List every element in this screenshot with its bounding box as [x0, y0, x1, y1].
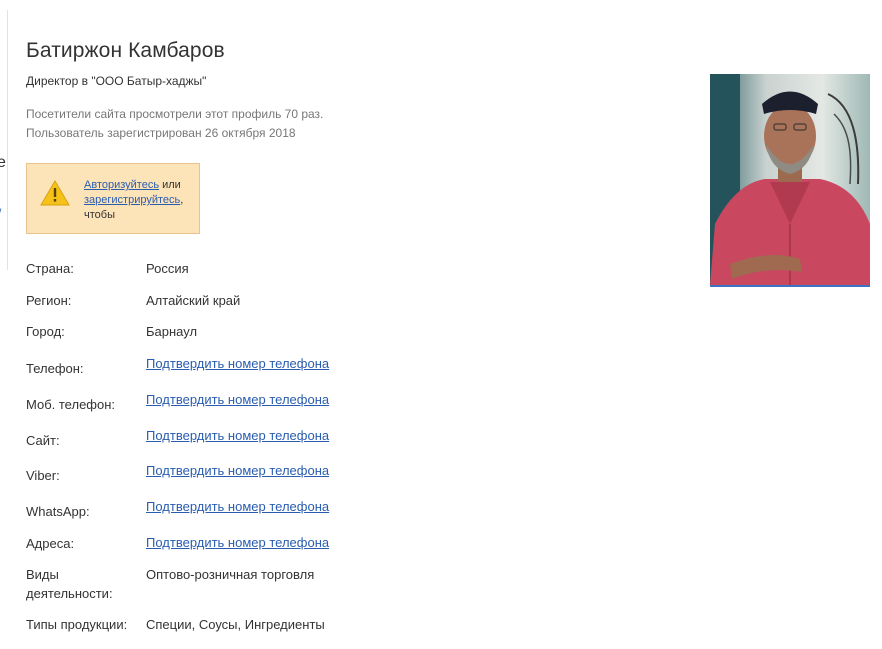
profile-position: Директор в "ООО Батыр-хаджы": [26, 74, 207, 88]
field-products-value: Специи, Соусы, Ингредиенты: [146, 617, 325, 632]
auth-notice-or: или: [159, 179, 181, 191]
field-mobile-label: Моб. телефон:: [26, 397, 116, 412]
field-site-label: Сайт:: [26, 433, 60, 448]
warning-icon: [40, 180, 70, 206]
auth-notice: Авторизуйтесь или зарегистрируйтесь, что…: [26, 163, 200, 234]
field-region-label: Регион:: [26, 293, 72, 308]
register-link[interactable]: зарегистрируйтесь: [84, 194, 180, 206]
field-activities-value: Оптово-розничная торговля: [146, 567, 315, 582]
field-city-label: Город:: [26, 324, 65, 339]
field-phone-label: Телефон:: [26, 361, 84, 376]
field-country-value: Россия: [146, 261, 189, 276]
adjacent-card-mark: /: [0, 206, 1, 220]
field-activities-label-line1: Виды: [26, 567, 59, 582]
profile-registered-date: Пользователь зарегистрирован 26 октября …: [26, 126, 296, 140]
confirm-mobile-link[interactable]: Подтвердить номер телефона: [146, 390, 329, 409]
confirm-site-link[interactable]: Подтвердить номер телефона: [146, 426, 329, 445]
adjacent-card-edge: [0, 10, 8, 270]
profile-photo-image: [710, 74, 870, 285]
profile-name: Батиржон Камбаров: [26, 39, 225, 62]
field-products-label: Типы продукции:: [26, 617, 128, 632]
field-viber-label: Viber:: [26, 468, 60, 483]
field-region-value: Алтайский край: [146, 293, 241, 308]
profile-page: е / Батиржон Камбаров Директор в "ООО Ба…: [0, 0, 882, 649]
confirm-viber-link[interactable]: Подтвердить номер телефона: [146, 461, 329, 480]
confirm-whatsapp-link[interactable]: Подтвердить номер телефона: [146, 497, 329, 516]
field-country-label: Страна:: [26, 261, 74, 276]
profile-photo: [710, 74, 870, 287]
field-activities-label-line2: деятельности:: [26, 586, 113, 601]
adjacent-card-text: е: [0, 154, 6, 171]
login-link[interactable]: Авторизуйтесь: [84, 179, 159, 191]
field-whatsapp-label: WhatsApp:: [26, 504, 90, 519]
profile-views: Посетители сайта просмотрели этот профил…: [26, 107, 324, 121]
field-addresses-label: Адреса:: [26, 536, 75, 551]
confirm-addresses-link[interactable]: Подтвердить номер телефона: [146, 533, 329, 552]
confirm-phone-link[interactable]: Подтвердить номер телефона: [146, 354, 329, 373]
auth-notice-text: Авторизуйтесь или зарегистрируйтесь, что…: [84, 178, 196, 223]
field-city-value: Барнаул: [146, 324, 198, 339]
